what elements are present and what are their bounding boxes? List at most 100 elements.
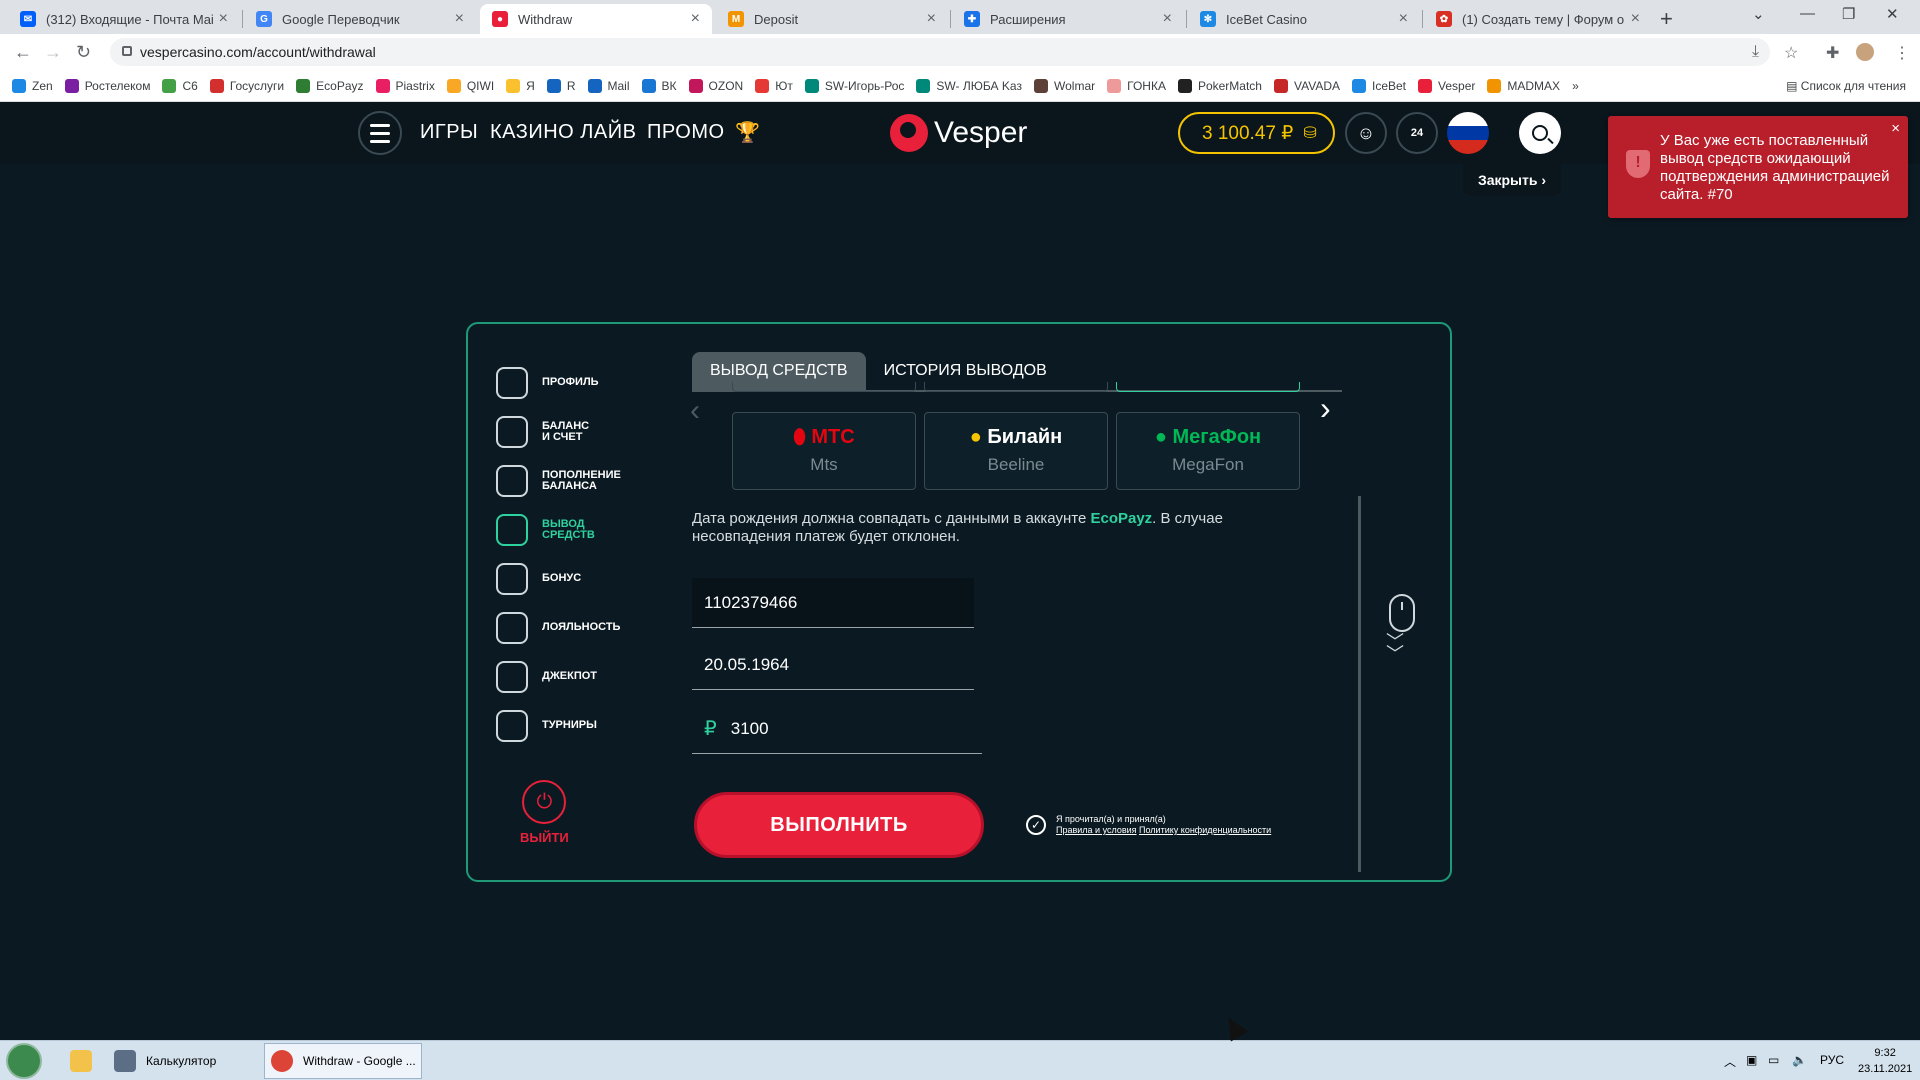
close-window-icon[interactable]: ✕ xyxy=(1886,5,1899,23)
bookmark[interactable]: Ют xyxy=(755,78,793,93)
browser-tab-deposit[interactable]: M Deposit × xyxy=(716,4,948,34)
more-menu-icon[interactable]: ⋮ xyxy=(1894,43,1910,63)
browser-tab-forum[interactable]: ✿ (1) Создать тему | Форум онлайн × xyxy=(1424,4,1652,34)
profile-avatar[interactable] xyxy=(1856,43,1874,61)
support-24-icon[interactable]: 24 xyxy=(1396,112,1438,154)
payment-method-mts[interactable]: ⬮ МТС Mts xyxy=(732,412,916,490)
russian-flag-icon[interactable] xyxy=(1447,112,1489,154)
browser-tab-withdraw[interactable]: ● Withdraw × xyxy=(480,4,712,34)
browser-tab-translate[interactable]: G Google Переводчик × xyxy=(244,4,476,34)
close-tab-icon[interactable]: × xyxy=(1399,10,1408,28)
trophy-icon[interactable]: 🏆 xyxy=(735,120,760,145)
restore-icon[interactable]: ❐ xyxy=(1842,5,1855,23)
sidebar-item-jackpot[interactable]: ДЖЕКПОТ xyxy=(496,652,622,701)
checkmark-icon[interactable]: ✓ xyxy=(1026,815,1046,835)
bookmark[interactable]: ВК xyxy=(641,78,677,93)
tray-app-icon[interactable]: ▣ xyxy=(1746,1053,1757,1067)
nav-live-casino[interactable]: КАЗИНО ЛАЙВ xyxy=(490,121,636,144)
notification-close-icon[interactable]: × xyxy=(1891,120,1900,137)
tray-expand-icon[interactable]: ︿ xyxy=(1724,1053,1736,1070)
taskbar-chrome[interactable]: Withdraw - Google ... xyxy=(264,1043,422,1079)
payment-method-card[interactable] xyxy=(924,382,1108,392)
bookmark[interactable]: Mail xyxy=(587,78,630,93)
bookmark[interactable]: OZON xyxy=(688,78,743,93)
extensions-icon[interactable]: ✚ xyxy=(1826,43,1839,63)
volume-icon[interactable]: 🔈 xyxy=(1792,1053,1807,1067)
close-tab-icon[interactable]: × xyxy=(691,10,700,28)
forward-icon[interactable]: → xyxy=(44,42,62,63)
back-icon[interactable]: ← xyxy=(14,42,32,63)
bookmark[interactable]: ГОНКА xyxy=(1107,78,1166,93)
close-tab-icon[interactable]: × xyxy=(219,10,228,28)
start-button[interactable] xyxy=(6,1043,42,1079)
reading-list[interactable]: ▤ Список для чтения xyxy=(1786,79,1906,93)
bookmark-star-icon[interactable]: ☆ xyxy=(1784,43,1798,63)
sidebar-item-balance[interactable]: БАЛАНС И СЧЕТ xyxy=(496,407,622,456)
close-tab-icon[interactable]: × xyxy=(455,10,464,28)
minimize-icon[interactable]: — xyxy=(1800,5,1815,22)
bookmark[interactable]: QIWI xyxy=(446,78,494,93)
bookmark[interactable]: Я xyxy=(506,78,535,93)
bookmark[interactable]: IceBet xyxy=(1352,78,1406,93)
bookmark[interactable]: R xyxy=(546,78,576,93)
new-tab-button[interactable]: + xyxy=(1660,6,1673,32)
browser-tab-extensions[interactable]: ✚ Расширения × xyxy=(952,4,1184,34)
sidebar-item-tournaments[interactable]: ТУРНИРЫ xyxy=(496,701,622,750)
browser-tab-mail[interactable]: ✉ (312) Входящие - Почта Mail.ru × xyxy=(8,4,240,34)
taskbar-calculator[interactable]: Калькулятор xyxy=(108,1043,258,1079)
bookmark[interactable]: C6 xyxy=(162,78,198,93)
close-tab-icon[interactable]: × xyxy=(1163,10,1172,28)
amount-input[interactable]: ₽3100 xyxy=(692,704,982,754)
bookmark[interactable]: MADMAX xyxy=(1487,78,1560,93)
reload-icon[interactable]: ↻ xyxy=(76,42,91,63)
bookmark[interactable]: Vesper xyxy=(1418,78,1475,93)
lock-icon[interactable] xyxy=(122,46,132,56)
language-indicator[interactable]: РУС xyxy=(1820,1053,1844,1067)
sidebar-item-withdraw[interactable]: ВЫВОД СРЕДСТВ xyxy=(496,505,622,554)
sidebar-item-bonus[interactable]: БОНУС xyxy=(496,554,622,603)
nav-promo[interactable]: ПРОМО xyxy=(647,121,725,144)
sidebar-item-profile[interactable]: ПРОФИЛЬ xyxy=(496,358,622,407)
scrollbar[interactable] xyxy=(1358,496,1361,872)
user-icon[interactable]: ☺ xyxy=(1345,112,1387,154)
address-bar[interactable]: vespercasino.com/account/withdrawal xyxy=(110,38,1770,66)
clock[interactable]: 9:32 23.11.2021 xyxy=(1858,1045,1912,1077)
bookmark[interactable]: Zen xyxy=(12,78,53,93)
carousel-next-icon[interactable]: › xyxy=(1320,390,1331,427)
bookmark[interactable]: SW- ЛЮБА Kaз xyxy=(916,78,1022,93)
install-icon[interactable]: ⤓ xyxy=(1752,43,1759,61)
bookmark[interactable]: PokerMatch xyxy=(1177,78,1262,93)
bookmarks-overflow[interactable]: » xyxy=(1572,79,1579,93)
network-icon[interactable]: ▭ xyxy=(1768,1053,1779,1067)
carousel-prev-icon[interactable]: ‹ xyxy=(690,394,700,428)
scroll-down-chevron-icon[interactable]: ﹀ ﹀ xyxy=(1386,633,1404,663)
bookmark[interactable]: EcoPayz xyxy=(296,78,364,93)
logout-button[interactable]: ⏻ ВЫЙТИ xyxy=(520,780,569,845)
bookmark[interactable]: Piastrix xyxy=(375,78,435,93)
bookmark[interactable]: Госуслуги xyxy=(209,78,284,93)
payment-method-card[interactable] xyxy=(732,382,916,392)
payment-method-card-selected[interactable] xyxy=(1116,382,1300,392)
account-number-input[interactable]: 1102379466 xyxy=(692,578,974,628)
close-tab-icon[interactable]: × xyxy=(927,10,936,28)
sidebar-item-deposit[interactable]: ПОПОЛНЕНИЕ БАЛАНСА xyxy=(496,456,622,505)
tab-search-icon[interactable]: ⌄ xyxy=(1752,5,1765,23)
birthdate-input[interactable]: 20.05.1964 xyxy=(692,640,974,690)
bookmark[interactable]: VAVADA xyxy=(1273,78,1340,93)
nav-games[interactable]: ИГРЫ xyxy=(420,121,478,144)
browser-tab-icebet[interactable]: ✻ IceBet Casino × xyxy=(1188,4,1420,34)
submit-withdraw-button[interactable]: ВЫПОЛНИТЬ xyxy=(694,792,984,858)
payment-method-megafon[interactable]: ● МегаФон MegaFon xyxy=(1116,412,1300,490)
hamburger-menu-icon[interactable] xyxy=(358,111,402,155)
close-tab-icon[interactable]: × xyxy=(1631,10,1640,28)
balance-button[interactable]: 3 100.47 ₽ ⛁ xyxy=(1178,112,1335,154)
search-button[interactable] xyxy=(1519,112,1561,154)
bookmark[interactable]: SW-Игорь-Рос xyxy=(804,78,904,93)
privacy-link[interactable]: Политику конфиденциальности xyxy=(1139,825,1271,835)
payment-method-beeline[interactable]: ● Билайн Beeline xyxy=(924,412,1108,490)
sidebar-item-loyalty[interactable]: ЛОЯЛЬНОСТЬ xyxy=(496,603,622,652)
bookmark[interactable]: Ростелеком xyxy=(64,78,150,93)
bookmark[interactable]: Wolmar xyxy=(1034,78,1095,93)
terms-link[interactable]: Правила и условия xyxy=(1056,825,1137,835)
explorer-icon[interactable] xyxy=(64,1043,102,1079)
